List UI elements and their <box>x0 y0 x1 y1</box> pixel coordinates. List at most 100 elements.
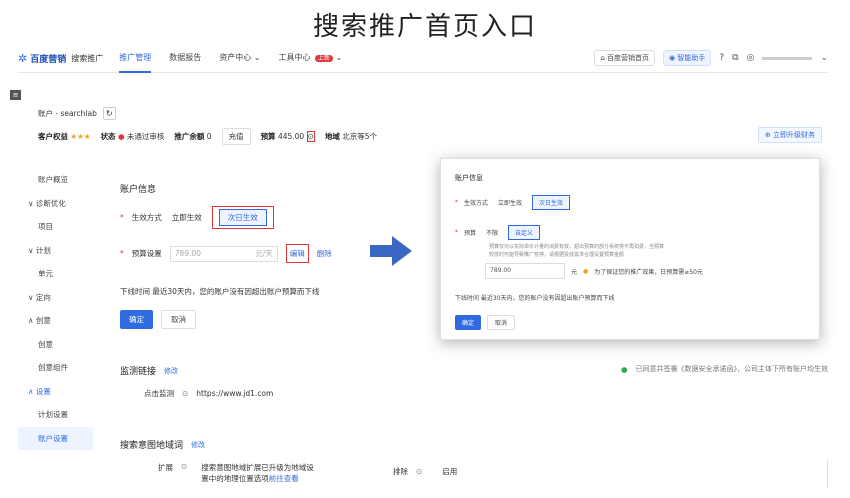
required-mark: * <box>455 229 458 236</box>
sidebar-group-diagnosis[interactable]: ∨ 诊断优化 <box>18 192 93 216</box>
info-icon: ⊙ <box>416 467 423 476</box>
balance-label: 推广余额 <box>174 132 205 141</box>
expand-value: 搜索意图地域扩展已升级为地域设 置中的地理位置选项前往查看 <box>201 462 314 484</box>
required-mark: * <box>120 249 124 258</box>
recharge-button[interactable]: 充值 <box>221 128 251 145</box>
status-label: 状态 <box>100 132 116 141</box>
popup-budget-value: 789.00 <box>490 267 511 274</box>
offline-note: 下线时间 最近30天内，您的账户没有因超出账户预算而下线 <box>120 287 320 296</box>
new-badge: 上新 <box>315 54 334 62</box>
sidebar-item-unit[interactable]: 单元 <box>18 262 93 286</box>
nav-asset-center[interactable]: 资产中心 ⌄ <box>219 44 260 73</box>
sidebar-item-project[interactable]: 项目 <box>18 215 93 239</box>
budget-label: 预算 <box>260 132 276 141</box>
budget-edit-link[interactable]: 编辑 <box>285 244 309 263</box>
upgrade-icon: ⊕ <box>764 131 771 139</box>
nav-tool-center[interactable]: 工具中心 上新 ⌄ <box>278 44 342 73</box>
logo-text: 百度营销 <box>30 54 67 65</box>
intent-edit-link[interactable]: 修改 <box>191 440 205 450</box>
sidebar-group-settings[interactable]: ∧ 设置 <box>18 380 93 404</box>
marketing-home-label: 百度营销首页 <box>607 54 650 62</box>
home-icon: ⌂ <box>600 54 605 62</box>
effect-nextday-option[interactable]: 次日生效 <box>218 209 267 226</box>
popup-cancel-button[interactable]: 取消 <box>487 315 516 330</box>
popup-title: 账户信息 <box>455 174 483 182</box>
intent-title-row: 搜索意图地域词 修改 <box>120 438 205 452</box>
help-icon[interactable]: ? <box>719 53 724 63</box>
slide-title: 搜索推广首页入口 <box>312 12 537 42</box>
sidebar-item-creative[interactable]: 创意 <box>18 333 93 357</box>
nav-promotion-management[interactable]: 推广管理 <box>119 44 152 73</box>
required-mark: * <box>120 213 124 222</box>
sidebar-group-diagnosis-label: 诊断优化 <box>35 198 66 208</box>
account-summary-bar: ≡ 账户 - searchlab ↻ 客户权益 ★★★ 状态 ● 未通过审核 推… <box>10 80 828 150</box>
sidebar-item-plan-settings[interactable]: 计划设置 <box>18 403 93 427</box>
balance-value: 0 <box>206 132 212 141</box>
monitor-link-panel: 监测链接 修改 ● 已同意并签署《数据安全承诺函》，公司主体下所有账户均生效 点… <box>108 350 828 412</box>
monitor-edit-link[interactable]: 修改 <box>164 366 178 376</box>
sidebar-group-creative[interactable]: ∧ 创意 <box>18 309 93 333</box>
budget-unit: 元/天 <box>255 248 273 258</box>
popup-budget-input[interactable]: 789.00 <box>485 263 565 279</box>
scrollbar[interactable] <box>827 460 836 488</box>
sidebar-group-plan[interactable]: ∨ 计划 <box>18 239 93 263</box>
brand-logo[interactable]: ✲ 百度营销 搜索推广 <box>18 52 103 65</box>
popup-budget-custom[interactable]: 自定义 <box>508 225 541 240</box>
budget-input[interactable]: 789.00 元/天 <box>169 245 278 262</box>
budget-input-value: 789.00 <box>174 248 201 258</box>
baidu-paw-icon: ✲ <box>18 51 28 65</box>
status-value: 未通过审核 <box>126 132 165 141</box>
nav-data-report[interactable]: 数据报告 <box>169 44 201 73</box>
confirm-button[interactable]: 确定 <box>120 310 153 329</box>
upgrade-finance-button[interactable]: ⊕ 立即升级财务 <box>757 127 822 143</box>
budget-delete-link[interactable]: 删除 <box>317 248 332 259</box>
menu-toggle-icon[interactable]: ≡ <box>10 90 21 100</box>
popup-warn-text: 为了保证您的推广效果，日预算需≥50元 <box>594 268 703 276</box>
effect-mode-label: 生效方式 <box>131 213 162 222</box>
popup-hint-line2: 较低时可能导致推广暂停，请根据投放需求合理设置预算金额 <box>489 252 625 258</box>
expand-value-line1: 搜索意图地域扩展已升级为地域设 <box>201 463 314 472</box>
account-info-actions: 确定 取消 <box>120 310 196 329</box>
popup-effect-immediate[interactable]: 立即生效 <box>494 196 526 209</box>
marketing-home-button[interactable]: ⌂ 百度营销首页 <box>594 50 656 66</box>
smart-assistant-button[interactable]: ◉ 智能助手 <box>663 50 712 66</box>
popup-offline-note: 下线时间 最近30天内，您的账户没有因超出账户预算而下线 <box>455 295 615 302</box>
popup-budget-unlimited[interactable]: 不限 <box>482 226 502 239</box>
popup-effect-label: 生效方式 <box>464 200 489 207</box>
nav-tool-center-label: 工具中心 <box>278 52 311 62</box>
info-icon: ⊙ <box>182 389 189 398</box>
effect-immediate-option[interactable]: 立即生效 <box>170 209 204 226</box>
popup-actions: 确定 取消 <box>455 315 516 330</box>
cancel-button[interactable]: 取消 <box>161 310 196 329</box>
upgrade-label: 立即升级财务 <box>773 131 815 139</box>
popup-effect-nextday[interactable]: 次日生效 <box>532 195 571 210</box>
warning-icon: ● <box>583 267 589 275</box>
protocol-text: 已同意并签署《数据安全承诺函》，公司主体下所有账户均生效 <box>635 365 829 373</box>
budget-setting-label: 预算设置 <box>131 249 162 258</box>
sidebar-item-creative-component[interactable]: 创意组件 <box>18 356 93 380</box>
chevron-down-icon: ∨ <box>28 292 34 302</box>
sidebar-group-settings-label: 设置 <box>35 386 51 396</box>
exclude-label: 排除 <box>393 467 408 476</box>
refresh-icon[interactable]: ↻ <box>102 107 116 120</box>
sidebar-group-targeting-label: 定向 <box>35 292 51 302</box>
status-dot-icon: ● <box>117 132 125 141</box>
sidebar-group-plan-label: 计划 <box>35 245 51 255</box>
chevron-down-icon[interactable]: ⌄ <box>820 53 828 63</box>
popup-hint-line1: 预算仅对以实际单价计量的消费有效，超出预算的部分系统将不再扣费，当预算 <box>489 244 665 250</box>
data-protocol-note: ● 已同意并签署《数据安全承诺函》，公司主体下所有账户均生效 <box>621 364 828 374</box>
budget-value: 445.00 <box>277 132 305 141</box>
budget-edit-icon[interactable]: ⊙ <box>306 131 315 142</box>
chevron-up-icon: ∧ <box>28 386 34 396</box>
popup-confirm-button[interactable]: 确定 <box>455 315 482 330</box>
sidebar-item-overview[interactable]: 账户概览 <box>18 168 93 192</box>
popup-budget-unit: 元 <box>571 268 578 276</box>
user-avatar-icon[interactable]: ◎ <box>747 53 755 63</box>
goto-view-link[interactable]: 前往查看 <box>269 474 299 483</box>
expand-value-line2: 置中的地理位置选项 <box>201 474 269 483</box>
assistant-icon: ◉ <box>669 54 676 62</box>
copy-icon[interactable]: ⧉ <box>732 53 738 63</box>
sidebar-item-account-settings[interactable]: 账户设置 <box>18 426 93 450</box>
topbar-right: ⌂ 百度营销首页 ◉ 智能助手 ? ⧉ ◎ ⌄ <box>594 50 828 66</box>
sidebar-group-targeting[interactable]: ∨ 定向 <box>18 286 93 310</box>
